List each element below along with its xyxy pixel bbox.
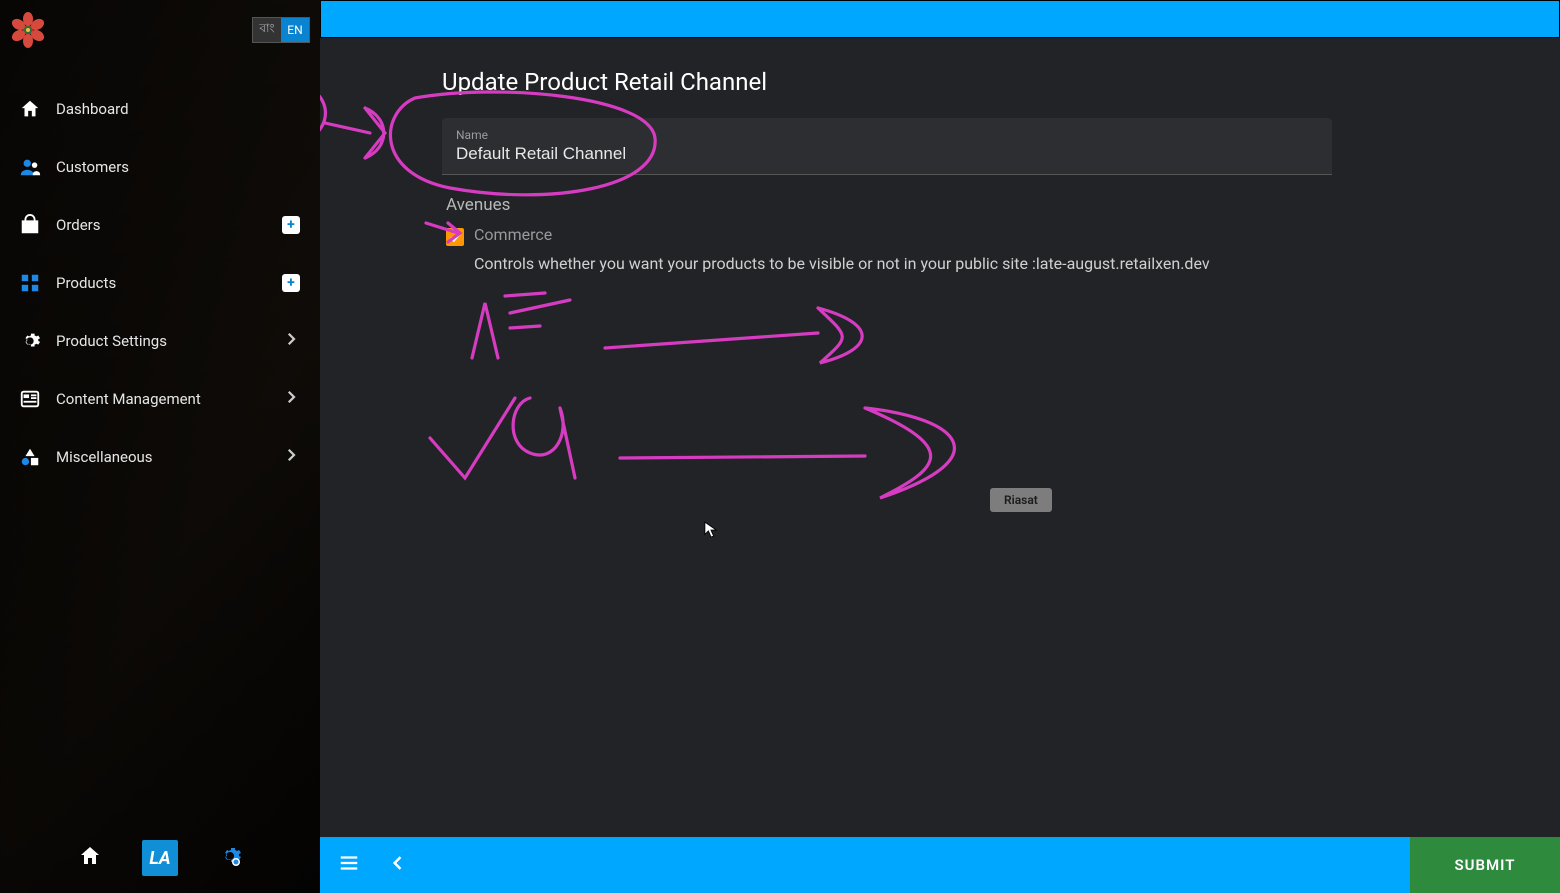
app-logo[interactable] xyxy=(10,12,46,48)
sidebar-item-customers[interactable]: Customers xyxy=(0,138,320,196)
chevron-right-icon xyxy=(282,446,300,468)
submit-button[interactable]: SUBMIT xyxy=(1410,837,1560,893)
category-icon xyxy=(18,445,42,469)
avenue-commerce-label: Commerce xyxy=(474,225,552,244)
people-icon xyxy=(18,155,42,179)
page-title: Update Product Retail Channel xyxy=(442,68,1560,96)
user-tag: Riasat xyxy=(990,488,1052,512)
name-label: Name xyxy=(456,128,1318,142)
bag-icon xyxy=(18,213,42,237)
sidebar-footer: LA xyxy=(0,823,320,893)
sidebar-nav: Dashboard Customers Orders + Products + xyxy=(0,60,320,823)
home-icon[interactable] xyxy=(78,844,102,872)
avenue-commerce-description: Controls whether you want your products … xyxy=(474,254,1560,273)
add-product-icon[interactable]: + xyxy=(282,274,300,292)
language-option-bn[interactable]: বাং xyxy=(253,18,281,42)
back-icon[interactable] xyxy=(388,853,408,877)
bottom-bar: SUBMIT xyxy=(320,837,1560,893)
workspace-badge[interactable]: LA xyxy=(142,840,178,876)
content: Update Product Retail Channel Name Avenu… xyxy=(320,38,1560,837)
sidebar-item-label: Customers xyxy=(56,158,129,176)
sidebar-item-product-settings[interactable]: Product Settings xyxy=(0,312,320,370)
home-icon xyxy=(18,97,42,121)
top-accent-bar xyxy=(320,0,1560,38)
sidebar-item-label: Miscellaneous xyxy=(56,448,153,466)
sidebar-item-products[interactable]: Products + xyxy=(0,254,320,312)
name-field[interactable]: Name xyxy=(442,118,1332,175)
sidebar-item-content-management[interactable]: Content Management xyxy=(0,370,320,428)
cursor-icon xyxy=(704,521,718,539)
sidebar-item-orders[interactable]: Orders + xyxy=(0,196,320,254)
layout-icon xyxy=(18,387,42,411)
sidebar-item-label: Orders xyxy=(56,216,101,234)
chevron-right-icon xyxy=(282,388,300,410)
avenues-label: Avenues xyxy=(446,195,1560,215)
sidebar-item-label: Product Settings xyxy=(56,332,167,350)
avenue-commerce-checkbox[interactable] xyxy=(446,228,464,246)
add-order-icon[interactable]: + xyxy=(282,216,300,234)
gear-icon xyxy=(18,329,42,353)
language-option-en[interactable]: EN xyxy=(281,18,309,42)
menu-icon[interactable] xyxy=(338,852,360,878)
sidebar-item-label: Dashboard xyxy=(56,100,129,118)
name-input[interactable] xyxy=(456,144,1318,164)
blocks-icon xyxy=(18,271,42,295)
avenue-commerce-row: Commerce xyxy=(446,225,1560,246)
settings-icon[interactable] xyxy=(218,844,242,872)
sidebar: বাং EN Dashboard Customers Orders + xyxy=(0,0,320,893)
sidebar-item-miscellaneous[interactable]: Miscellaneous xyxy=(0,428,320,486)
sidebar-item-dashboard[interactable]: Dashboard xyxy=(0,80,320,138)
sidebar-header: বাং EN xyxy=(0,0,320,60)
sidebar-item-label: Products xyxy=(56,274,116,292)
language-switch: বাং EN xyxy=(252,17,310,43)
main-area: Update Product Retail Channel Name Avenu… xyxy=(320,0,1560,893)
sidebar-item-label: Content Management xyxy=(56,390,201,408)
chevron-right-icon xyxy=(282,330,300,352)
